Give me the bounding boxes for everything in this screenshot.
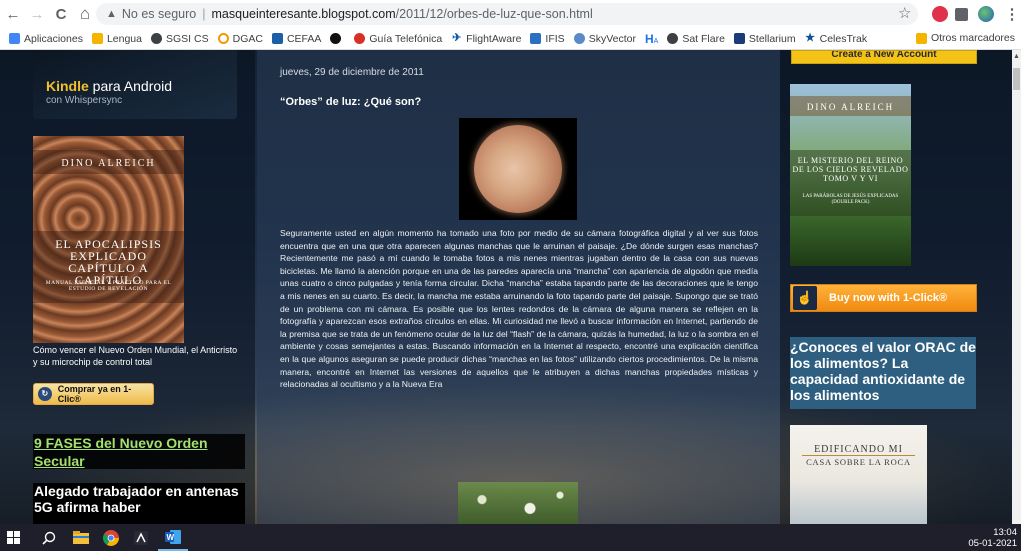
book2-subtitle: Las parábolas de Jesús explicadas (Doubl… [802, 194, 899, 205]
blog-page: Kindle para Android con Whispersync Dino… [0, 50, 1012, 524]
windows-start-icon[interactable] [0, 524, 26, 551]
orb-photo[interactable] [459, 118, 577, 220]
back-arrow-icon[interactable]: ← [2, 3, 24, 25]
bookmark-lengua[interactable]: Lengua [91, 33, 142, 45]
globe-icon [667, 33, 679, 44]
red-shell-icon [354, 33, 366, 44]
bookmark-unnamed[interactable] [330, 33, 345, 44]
book1-subtitle: Manual esencial y práctico para el estud… [45, 280, 172, 292]
comprar-1clic-button[interactable]: ↻ Comprar ya en 1-Clic® [33, 383, 154, 405]
extension-opera-icon[interactable] [932, 6, 948, 22]
star-icon: ★ [805, 32, 816, 44]
page-scrollbar[interactable]: ▲ [1012, 50, 1021, 524]
link-9-fases[interactable]: 9 FASES del Nuevo Orden Secular [33, 434, 245, 469]
word-icon[interactable]: W [158, 524, 188, 551]
light-orb [474, 125, 562, 213]
security-label[interactable]: No es seguro [122, 7, 196, 21]
circle-icon [217, 33, 229, 44]
post-date: jueves, 29 de diciembre de 2011 [280, 67, 424, 78]
system-clock[interactable]: 13:04 05-01-2021 [968, 527, 1017, 549]
bookmark-sat-flare[interactable]: Sat Flare [667, 33, 725, 45]
left-sidebar: Kindle para Android con Whispersync Dino… [0, 50, 255, 524]
bookmark-stellarium[interactable]: Stellarium [733, 33, 796, 45]
headline-alegado-trabajador[interactable]: Alegado trabajador en antenas 5G afirma … [33, 483, 245, 524]
globe-icon [151, 33, 162, 44]
book1-title: El Apocalipsis explicado capítulo a capí… [55, 237, 162, 287]
book1-caption: Cómo vencer el Nuevo Orden Mundial, el A… [33, 345, 238, 367]
second-photo[interactable] [458, 482, 578, 524]
profile-avatar-icon[interactable] [978, 6, 994, 22]
kindle-subtitle: con Whispersync [46, 95, 123, 106]
bookmark-dgac[interactable]: DGAC [217, 33, 263, 45]
book3-title: Edificando mi [814, 444, 903, 455]
skyvector-icon [573, 33, 585, 44]
clock-date: 05-01-2021 [968, 538, 1017, 549]
folder-icon [91, 33, 103, 44]
windows-taskbar: W 13:04 05-01-2021 [0, 524, 1021, 551]
other-bookmarks[interactable]: Otros marcadores [915, 32, 1015, 44]
subscript-a: A [653, 38, 659, 45]
book2-title: El misterio del reino de los cielos reve… [792, 156, 909, 183]
bookmark-ifis[interactable]: IFIS [530, 33, 565, 45]
book-cover-misterio-reino[interactable]: Dino Alreich El misterio del reino de lo… [790, 84, 911, 266]
bookmark-apps[interactable]: Aplicaciones [9, 33, 83, 45]
post-title[interactable]: “Orbes” de luz: ¿Qué son? [280, 96, 421, 108]
amazon-cart-icon: ↻ [38, 387, 52, 401]
book3-title2: casa sobre la roca [806, 457, 911, 467]
book-cover-edificando[interactable]: Edificando mi casa sobre la roca [790, 425, 927, 524]
chrome-icon[interactable] [98, 524, 124, 551]
bookmark-star-icon[interactable]: ☆ [898, 4, 911, 22]
create-account-button[interactable]: Create a New Account [791, 50, 977, 64]
scrollbar-thumb[interactable] [1013, 68, 1020, 90]
kindle-title-rest: para Android [92, 78, 173, 94]
right-sidebar: Create a New Account Dino Alreich El mis… [780, 50, 1012, 524]
stellarium-icon [733, 33, 745, 44]
clock-time: 13:04 [993, 527, 1017, 538]
kindle-ad[interactable]: Kindle para Android con Whispersync [33, 50, 237, 119]
bookmark-h[interactable]: HA [645, 32, 658, 46]
address-bar[interactable]: ▲ No es seguro | masqueinteresante.blogs… [96, 3, 918, 25]
buy-now-1-click-button[interactable]: ☝ Buy now with 1-Click® [790, 284, 977, 312]
kindle-title: Kindle [46, 78, 89, 94]
file-explorer-icon[interactable] [68, 524, 94, 551]
address-separator: | [202, 7, 206, 21]
dark-circle-icon [330, 33, 342, 44]
browser-menu-icon[interactable]: ⋮ [1001, 3, 1021, 25]
hand-pointer-icon: ☝ [793, 286, 817, 310]
folder-icon [915, 32, 927, 44]
post-body: Seguramente usted en algún momento ha to… [280, 228, 758, 390]
extension-puzzle-icon[interactable] [955, 8, 968, 21]
search-icon[interactable] [36, 524, 62, 551]
svg-text:W: W [167, 533, 175, 542]
url-host: masqueinteresante.blogspot.com [211, 7, 396, 21]
book2-author: Dino Alreich [806, 102, 895, 112]
acrobat-icon[interactable] [128, 524, 154, 551]
book1-author: Dino Alreich [61, 158, 156, 169]
bookmark-cefaa[interactable]: CEFAA [271, 33, 321, 45]
bookmarks-bar: Aplicaciones Lengua SGSI CS DGAC CEFAA G… [0, 28, 1021, 50]
cefaa-icon [271, 33, 283, 44]
url-path: /2011/12/orbes-de-luz-que-son.html [395, 7, 593, 21]
forward-arrow-icon[interactable]: → [26, 3, 48, 25]
reload-icon[interactable]: C [50, 3, 72, 25]
post-column: jueves, 29 de diciembre de 2011 “Orbes” … [257, 50, 780, 524]
orac-article-link[interactable]: ¿Conoces el valor ORAC de los alimentos?… [790, 337, 976, 409]
bookmark-flightaware[interactable]: ✈ FlightAware [451, 33, 521, 45]
bookmark-sgsi[interactable]: SGSI CS [151, 33, 209, 45]
apps-grid-icon [9, 33, 20, 44]
bookmark-celestrak[interactable]: ★ CelesTrak [805, 33, 867, 45]
browser-toolbar: ← → C ⌂ ▲ No es seguro | masqueinteresan… [0, 0, 1021, 28]
bookmark-skyvector[interactable]: SkyVector [573, 33, 636, 45]
home-icon[interactable]: ⌂ [74, 3, 96, 25]
warning-triangle-icon[interactable]: ▲ [106, 8, 117, 20]
ifis-icon [530, 33, 542, 44]
bookmark-guia-telefonica[interactable]: Guía Telefónica [354, 33, 442, 45]
airplane-icon: ✈ [452, 32, 462, 44]
book-cover-apocalipsis[interactable]: Dino Alreich El Apocalipsis explicado ca… [33, 136, 184, 343]
scroll-up-icon[interactable]: ▲ [1013, 53, 1020, 60]
